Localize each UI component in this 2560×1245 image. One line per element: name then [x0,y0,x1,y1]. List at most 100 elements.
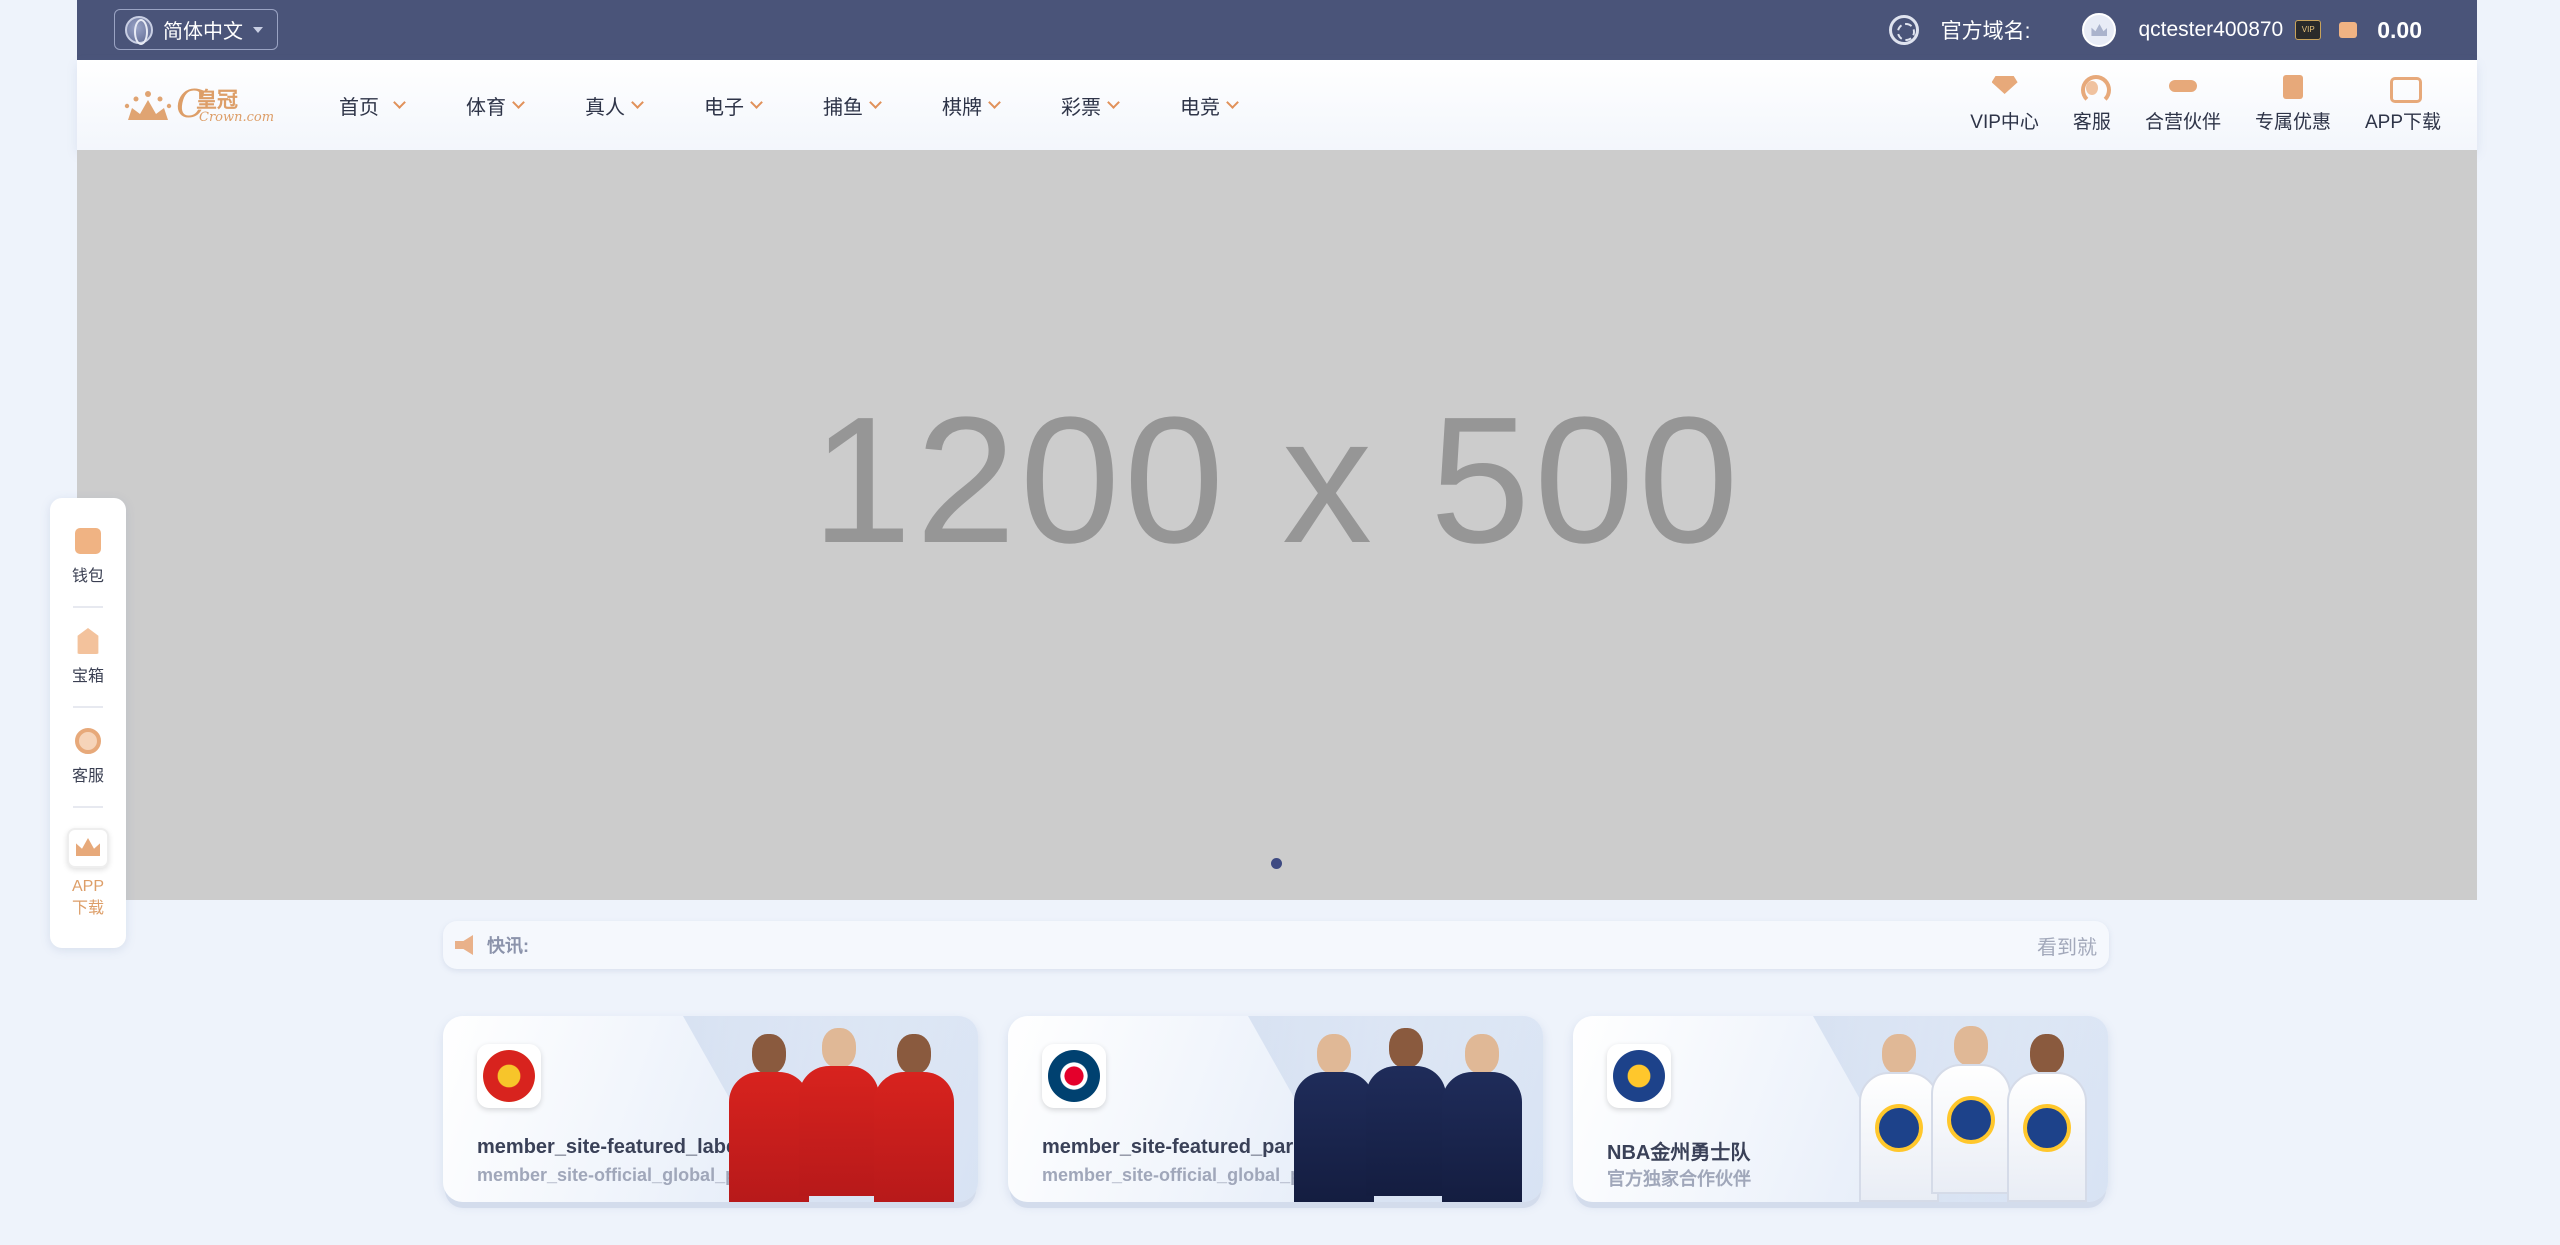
nav-right-links: VIP中心 客服 合营伙伴 专属优惠 APP下载 [1970,72,2441,134]
side-label: 钱包 [71,568,104,585]
players-image [729,1027,964,1202]
link-label: VIP中心 [1970,112,2039,133]
chevron-down-icon [750,96,763,109]
nav-label: 电竞 [1180,96,1220,119]
link-label: 专属优惠 [2254,112,2331,133]
ticker-label: 快讯: [487,936,529,956]
nav-label: 棋牌 [942,96,982,119]
nav-item-slots[interactable]: 电子 [704,91,763,120]
ticker-message: 看到就 [2037,936,2097,959]
customer-service-link[interactable]: 客服 [2073,72,2111,134]
username[interactable]: qctester400870 [2138,18,2283,42]
domain-icon[interactable] [1888,15,1919,45]
nav-item-lottery[interactable]: 彩票 [1061,91,1120,120]
top-right-info: 官方域名: qctester400870 VIP 0.00 [1888,0,2422,60]
partner-card-psg[interactable]: member_site-featured_paris_saint_germain… [1008,1016,1543,1202]
club-badge [477,1044,541,1108]
app-download-icon [2388,72,2422,103]
nav-item-home[interactable]: 首页 [339,91,406,120]
nav-item-fishing[interactable]: 捕鱼 [823,91,882,120]
app-label-line2: 下载 [71,899,104,917]
club-badge [1607,1044,1671,1108]
main-nav: C 皇冠 Crown.com 首页 体育 真人 电子 捕鱼 棋牌 彩票 电竞 V… [77,60,2477,150]
site-logo[interactable]: C 皇冠 Crown.com [124,82,274,130]
club-badge [1042,1044,1106,1108]
chevron-down-icon [393,96,406,109]
floating-side-menu: 钱包 宝箱 客服 APP 下载 [50,498,126,948]
carousel-dot[interactable] [1271,858,1282,869]
chevron-down-icon [512,96,525,109]
nav-label: 彩票 [1061,96,1101,119]
nav-menu: 首页 体育 真人 电子 捕鱼 棋牌 彩票 电竞 [339,60,1299,150]
side-wallet-button[interactable]: 钱包 [72,528,104,586]
language-label: 简体中文 [163,21,243,43]
top-bar: 简体中文 官方域名: qctester400870 VIP 0.00 [77,0,2477,60]
wallet-icon[interactable] [2339,22,2358,38]
nav-item-live-casino[interactable]: 真人 [585,91,644,120]
treasure-chest-icon [77,628,99,654]
nav-label: 首页 [339,96,379,119]
link-label: 合营伙伴 [2144,112,2221,133]
partner-card-manchester[interactable]: member_site-featured_label_manchester me… [443,1016,978,1202]
warriors-logo-icon [1613,1050,1665,1102]
side-label: 宝箱 [71,668,104,685]
handshake-icon [2168,72,2198,102]
divider [73,606,103,608]
crown-logo-icon [124,91,172,120]
nav-label: 电子 [704,96,744,119]
side-label: 客服 [71,768,104,785]
psg-crest-icon [1048,1050,1100,1102]
card-title: NBA金州勇士队 [1607,1142,1751,1164]
vip-center-link[interactable]: VIP中心 [1970,72,2039,134]
vip-level-icon: VIP [2295,20,2322,40]
side-service-button[interactable]: 客服 [72,728,104,786]
balance-amount: 0.00 [2377,16,2422,43]
link-label: 客服 [2072,112,2111,133]
language-select[interactable]: 简体中文 [114,9,278,50]
logo-brand-en: Crown.com [199,110,275,125]
chevron-down-icon [988,96,1001,109]
nav-item-esports[interactable]: 电竞 [1180,91,1239,120]
avatar[interactable] [2082,13,2117,47]
chevron-down-icon [631,96,644,109]
customer-service-icon [74,728,101,754]
divider [73,806,103,808]
chevron-down-icon [253,26,263,33]
nav-label: 真人 [585,96,625,119]
page-container: 简体中文 官方域名: qctester400870 VIP 0.00 C 皇冠 [77,0,2477,900]
nav-item-cards[interactable]: 棋牌 [942,91,1001,120]
gift-icon [2278,72,2308,102]
partner-link[interactable]: 合营伙伴 [2145,72,2221,134]
app-label-line1: APP [71,878,104,895]
app-icon [67,828,109,868]
card-subtitle: member_site-official_global_partner [477,1165,747,1185]
news-ticker[interactable]: 快讯: 看到就 [443,921,2109,969]
nav-label: 体育 [466,96,506,119]
vip-diamond-icon [1990,72,2020,102]
card-subtitle: 官方独家合作伙伴 [1607,1169,1751,1189]
players-image [1859,1026,2094,1202]
card-title: member_site-featured_paris_saint_germain [1042,1136,1312,1158]
card-title: member_site-featured_label_manchester [477,1136,747,1158]
divider [73,706,103,708]
official-domain-label[interactable]: 官方域名: [1941,15,2031,45]
chevron-down-icon [1226,96,1239,109]
side-app-download-button[interactable]: APP 下载 [67,828,109,919]
wallet-icon [74,528,101,554]
app-download-link[interactable]: APP下载 [2365,72,2441,134]
side-treasure-button[interactable]: 宝箱 [72,628,104,686]
customer-service-icon [2077,72,2111,105]
partner-card-warriors[interactable]: NBA金州勇士队 官方独家合作伙伴 [1573,1016,2108,1202]
manchester-united-crest-icon [483,1050,535,1102]
promotions-link[interactable]: 专属优惠 [2255,72,2331,134]
chevron-down-icon [869,96,882,109]
speaker-icon [455,935,473,955]
link-label: APP下载 [2364,112,2441,133]
nav-label: 捕鱼 [823,96,863,119]
hero-banner[interactable]: 1200 x 500 [77,150,2477,900]
nav-item-sports[interactable]: 体育 [466,91,525,120]
players-image [1294,1027,1529,1202]
card-subtitle: member_site-official_global_partner [1042,1165,1312,1185]
banner-placeholder-text: 1200 x 500 [811,379,1743,581]
chevron-down-icon [1107,96,1120,109]
